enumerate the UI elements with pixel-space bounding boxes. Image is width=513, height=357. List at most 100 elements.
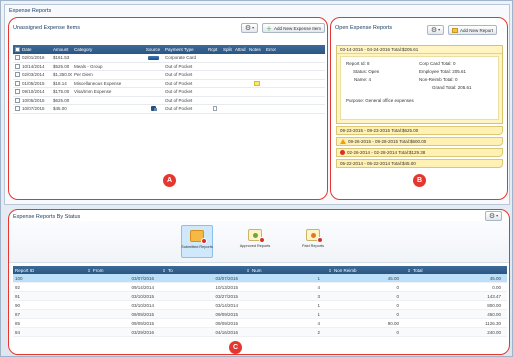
row-checkbox[interactable]	[15, 89, 20, 95]
chevron-down-icon: ▾	[438, 27, 441, 32]
unassigned-items-title: Unassigned Expense Items	[13, 25, 80, 31]
row-checkbox[interactable]	[15, 106, 20, 112]
report-item[interactable]: 02-26-2014 - 02-28-2014 Total:$129.38	[336, 148, 503, 157]
report-status-value: Open	[368, 69, 380, 74]
callout-marker-a: A	[163, 174, 176, 187]
table-row[interactable]: 87 09/09/2015 09/09/2015 1 0 450.00	[13, 310, 507, 319]
paid-reports-tile[interactable]: Paid Reports	[297, 225, 329, 258]
gear-menu-button[interactable]: ⚙ ▾	[427, 25, 444, 35]
report-purpose: General office expenses	[365, 98, 414, 103]
col-date[interactable]: Date	[22, 47, 32, 52]
reports-by-status-title: Expense Reports By Status	[13, 214, 81, 220]
col-source[interactable]: Source	[141, 47, 163, 52]
table-row[interactable]: 91 03/10/2015 03/27/2015 3 0 143.47	[13, 292, 507, 301]
gear-icon: ⚙	[430, 26, 438, 34]
gear-menu-button[interactable]: ⚙ ▾	[485, 211, 502, 221]
unassigned-items-panel: Unassigned Expense Items ⚙ ▾ ＋ Add New Ex…	[8, 17, 328, 200]
col-num: Num	[252, 267, 262, 273]
grand-total: 205.61	[457, 85, 472, 90]
table-row[interactable]: 100 03/07/2016 03/07/2016 1 45.00 45.00	[13, 274, 507, 283]
add-icon: ＋	[266, 26, 273, 33]
add-report-label: Add New Report	[460, 27, 494, 33]
non-reimb-total: 0	[454, 77, 458, 82]
warning-icon	[340, 139, 346, 144]
chevron-down-icon: ▾	[252, 25, 255, 30]
report-details: Report Id: 8 Status: Open Name: 4 Corp C…	[340, 56, 499, 120]
report-item[interactable]: 09-23-2015 - 09-23-2015 Total:$625.00	[336, 126, 503, 135]
add-expense-item-button[interactable]: ＋ Add New Expense Item	[262, 23, 326, 33]
col-attendees[interactable]: Attnd	[233, 47, 247, 52]
expense-items-table: Date Amount Category Source Payment Type…	[13, 45, 325, 114]
table-row[interactable]: 09/10/2014 $175.00 Visa/Imm Expense Out …	[13, 88, 325, 97]
table-row[interactable]: 02/03/2014 $1,350.00 Per Diem Out of Poc…	[13, 71, 325, 80]
col-payment-type[interactable]: Payment Type	[163, 47, 206, 52]
col-notes[interactable]: Notes	[247, 47, 264, 52]
col-report-id[interactable]: Report ID	[13, 268, 85, 273]
table-row[interactable]: 10/07/2015 $45.00 Out of Pocket	[13, 105, 325, 114]
reports-table: Report ID ⇕ From ⇕ To ⇕ Num ⇕ Non Reimb ⇕ Tot…	[13, 266, 507, 337]
row-checkbox[interactable]	[15, 72, 20, 78]
table-row[interactable]: 01/05/2015 $18.14 Miscellaneous Expense …	[13, 80, 325, 88]
active-report-card[interactable]: 03-14-2016 - 04-24-2016 Total:$205.61 Re…	[336, 45, 503, 124]
folder-icon	[452, 27, 458, 33]
gear-menu-button[interactable]: ⚙ ▾	[241, 23, 258, 33]
badge-icon	[201, 238, 207, 244]
open-reports-title: Open Expense Reports	[335, 25, 393, 31]
table-row[interactable]: 85 09/09/2015 09/09/2015 4 90.00 1126.30	[13, 319, 507, 328]
paid-folder-icon	[306, 229, 323, 243]
note-icon[interactable]	[253, 80, 260, 86]
row-checkbox[interactable]	[15, 55, 20, 61]
col-non-reimb: Non Reimb	[334, 267, 357, 273]
reports-by-status-panel: Expense Reports By Status ⚙ ▾ Submitted R…	[8, 209, 510, 355]
sort-icon: ⇕	[328, 267, 332, 273]
callout-marker-b: B	[413, 174, 426, 187]
expense-dashboard: Expense Reports Unassigned Expense Items…	[0, 0, 513, 357]
add-report-button[interactable]: Add New Report	[448, 25, 498, 35]
report-item[interactable]: 09-26-2015 - 09-28-2015 Total:$600.00	[336, 137, 503, 146]
open-reports-list: 03-14-2016 - 04-24-2016 Total:$205.61 Re…	[336, 45, 503, 168]
sort-icon: ⇕	[87, 267, 91, 273]
col-split[interactable]: Split	[221, 47, 233, 52]
row-checkbox[interactable]	[15, 80, 20, 86]
corp-card-total: 0	[452, 61, 456, 66]
table-row[interactable]: 84 03/29/2016 04/16/2016 2 0 240.00	[13, 328, 507, 337]
col-error[interactable]: Error	[264, 47, 282, 52]
select-all-checkbox[interactable]	[15, 47, 20, 52]
approved-reports-tile[interactable]: Approved Reports	[239, 225, 271, 258]
sort-icon: ⇕	[246, 267, 250, 273]
approved-folder-icon	[248, 229, 265, 243]
badge-icon	[259, 237, 265, 243]
status-tiles: Submitted Reports Approved Reports Paid …	[9, 221, 509, 263]
card-icon	[147, 55, 159, 60]
gear-icon: ⚙	[244, 24, 252, 32]
row-checkbox[interactable]	[15, 63, 20, 69]
table-row[interactable]: 92 09/14/2014 10/13/2015 4 0 0.00	[13, 283, 507, 292]
employee-total: 205.61	[452, 69, 466, 74]
row-checkbox[interactable]	[15, 97, 20, 103]
sort-icon: ⇕	[407, 267, 411, 273]
callout-marker-c: C	[229, 341, 242, 354]
table-header: Report ID ⇕ From ⇕ To ⇕ Num ⇕ Non Reimb ⇕ Tot…	[13, 266, 507, 274]
badge-icon	[317, 237, 323, 243]
open-reports-panel: Open Expense Reports ⚙ ▾ Add New Report 0…	[330, 17, 508, 200]
chevron-down-icon: ▾	[496, 213, 499, 218]
col-amount[interactable]: Amount	[51, 47, 72, 52]
col-category[interactable]: Category	[72, 47, 141, 52]
receipt-icon[interactable]	[212, 106, 217, 112]
col-receipt[interactable]: Rcpt	[206, 47, 221, 52]
report-name-value: 4	[368, 77, 372, 82]
add-expense-item-label: Add New Expense Item	[274, 25, 322, 31]
col-to: To	[168, 267, 173, 273]
active-report-title[interactable]: 03-14-2016 - 04-24-2016 Total:$205.61	[337, 46, 502, 54]
table-header: Date Amount Category Source Payment Type…	[13, 45, 325, 54]
table-row[interactable]: 10/14/2014 $525.00 Meals - Group Out of …	[13, 63, 325, 71]
report-item[interactable]: 05-22-2014 - 05-22-2014 Total:$45.00	[336, 159, 503, 168]
table-row[interactable]: 02/01/2016 $161.53 Corporate Card	[13, 54, 325, 63]
section-title: Expense Reports	[9, 8, 52, 14]
gear-icon: ⚙	[488, 212, 496, 220]
import-icon	[150, 106, 157, 112]
table-row[interactable]: 90 03/10/2014 03/14/2014 1 0 800.00	[13, 301, 507, 310]
table-row[interactable]: 10/05/2015 $625.00 Out of Pocket	[13, 97, 325, 105]
col-total: Total	[413, 267, 423, 273]
submitted-reports-tile[interactable]: Submitted Reports	[181, 225, 213, 258]
